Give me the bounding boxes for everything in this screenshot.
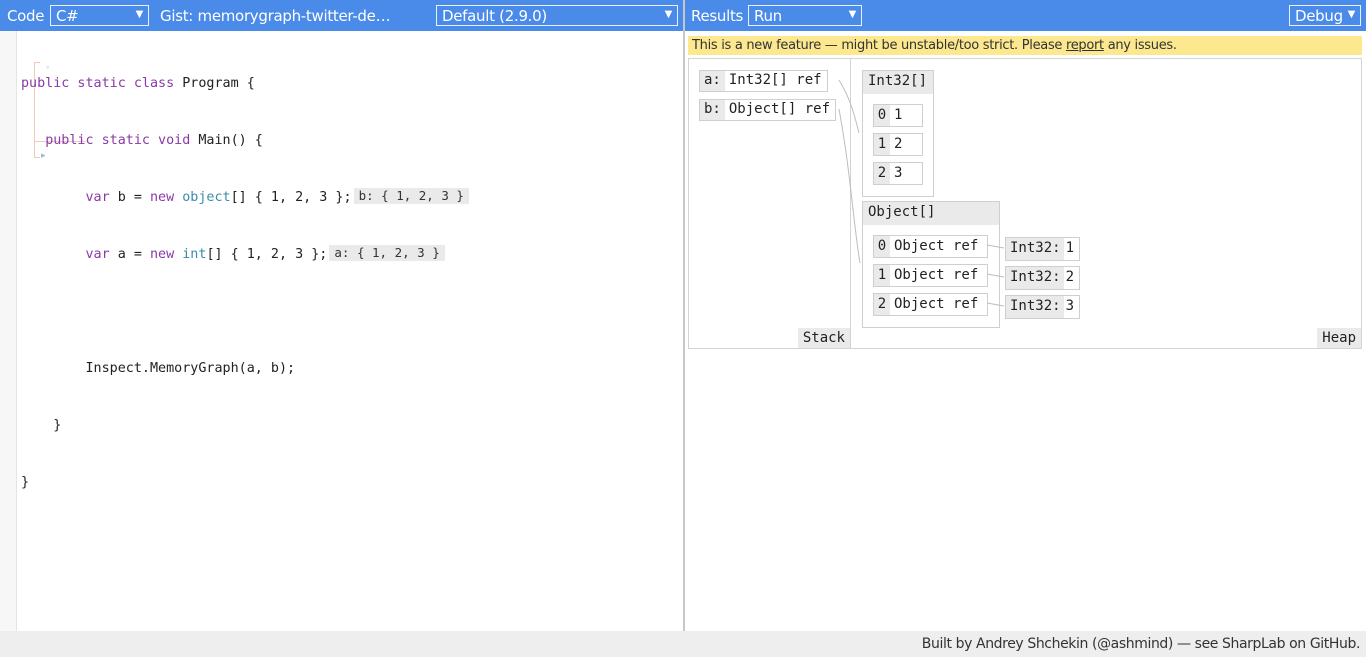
heap-boxed-int: Int32: 1 (1005, 237, 1081, 261)
chevron-down-icon: ▼ (664, 9, 673, 20)
inline-value-b: b: { 1, 2, 3 } (353, 188, 469, 204)
boxed-value: 2 (1065, 269, 1075, 285)
chevron-down-icon: ▼ (135, 9, 144, 20)
language-select[interactable]: C# ▼ (50, 5, 149, 26)
heap-boxed-int: Int32: 3 (1005, 295, 1081, 319)
code-token: Inspect.MemoryGraph(a, b); (85, 361, 296, 376)
array-index: 1 (874, 265, 890, 286)
code-editor[interactable]: public static class Program { public sta… (21, 36, 469, 511)
code-line: public static class Program { (21, 74, 469, 93)
array-index: 2 (874, 294, 890, 315)
code-line: var b = new object[] { 1, 2, 3 }; b: { 1,… (21, 188, 469, 207)
array-value: Object ref (894, 238, 979, 254)
array-index: 2 (874, 163, 890, 184)
code-token: Program { (174, 76, 255, 91)
branch-select-value: Default (2.9.0) (442, 7, 547, 25)
results-toolbar: Results Run ▼ Debug ▼ (685, 0, 1366, 31)
array-item: 23 (873, 162, 923, 185)
code-token: object (174, 190, 231, 205)
branch-select[interactable]: Default (2.9.0) ▼ (436, 5, 678, 26)
language-select-value: C# (56, 7, 79, 25)
code-toolbar: Code C# ▼ Gist: memorygraph-twitter-de… … (0, 0, 683, 31)
array-value: Object ref (894, 296, 979, 312)
stack-label: Stack (797, 328, 850, 348)
chevron-down-icon: ▼ (848, 9, 857, 20)
array-index: 1 (874, 134, 890, 155)
code-token: Main() { (190, 133, 263, 148)
array-index: 0 (874, 236, 890, 257)
code-line: var a = new int[] { 1, 2, 3 }; a: { 1, 2,… (21, 245, 469, 264)
page-footer: Built by Andrey Shchekin (@ashmind) — se… (0, 631, 1366, 657)
heap-object-title: Object[] (863, 202, 999, 225)
report-link[interactable]: report (1066, 38, 1104, 53)
code-token: a = (109, 247, 150, 262)
chevron-down-icon: ▼ (1347, 9, 1356, 20)
array-value: Object ref (894, 267, 979, 283)
footer-credits[interactable]: Built by Andrey Shchekin (@ashmind) — se… (922, 636, 1361, 652)
code-line: Inspect.MemoryGraph(a, b); (21, 359, 469, 378)
warning-text: any issues. (1103, 38, 1177, 53)
mode-select-value: Run (754, 7, 782, 25)
inline-value-a: a: { 1, 2, 3 } (329, 245, 445, 261)
results-panel-title: Results (691, 7, 744, 25)
array-value: 3 (894, 165, 903, 181)
code-token: int (174, 247, 207, 262)
mode-select[interactable]: Run ▼ (748, 5, 862, 26)
code-token: public static class (21, 76, 175, 91)
heap-object-array: Object[] 0 Object ref 1 Object ref 2 Object… (862, 201, 1000, 328)
code-line: } (21, 473, 469, 492)
array-item: 01 (873, 104, 923, 127)
stack-variable-a: a: Int32[] ref (699, 70, 828, 92)
code-line: } (21, 416, 469, 435)
stack-variable-value: Int32[] ref (728, 72, 822, 88)
array-item: 0 Object ref (873, 235, 988, 258)
code-token: } (53, 418, 62, 433)
code-token: var (85, 190, 110, 205)
array-item: 1 Object ref (873, 264, 988, 287)
gist-link[interactable]: Gist: memorygraph-twitter-de… (160, 7, 391, 25)
feature-warning: This is a new feature — might be unstabl… (688, 36, 1362, 55)
editor-gutter (0, 31, 17, 631)
code-token: new (150, 190, 175, 205)
heap-boxed-int: Int32: 2 (1005, 266, 1081, 290)
code-token: [] { 1, 2, 3 }; (206, 247, 328, 262)
array-item: 12 (873, 133, 923, 156)
stack-area: a: Int32[] ref b: Object[] ref Stack (689, 59, 851, 348)
memory-graph: a: Int32[] ref b: Object[] ref Stack Int32… (688, 58, 1362, 349)
code-token: [] { 1, 2, 3 }; (230, 190, 352, 205)
code-line: public static void Main() { (21, 131, 469, 150)
array-item: 2 Object ref (873, 293, 988, 316)
code-token: b = (109, 190, 150, 205)
code-token: new (150, 247, 175, 262)
boxed-type: Int32: (1006, 238, 1064, 260)
panel-splitter[interactable] (683, 0, 685, 631)
code-token: var (85, 247, 110, 262)
boxed-value: 3 (1065, 298, 1075, 314)
heap-int32-array: Int32[] 01 12 23 (862, 70, 934, 197)
build-select[interactable]: Debug ▼ (1289, 5, 1361, 26)
code-token: public static void (45, 133, 191, 148)
heap-label: Heap (1317, 328, 1361, 348)
build-select-value: Debug (1295, 7, 1343, 25)
code-token: } (21, 475, 30, 490)
stack-variable-name: a: (700, 71, 725, 91)
boxed-value: 1 (1065, 240, 1075, 256)
array-value: 1 (894, 107, 903, 123)
warning-text: This is a new feature — might be unstabl… (692, 38, 1066, 53)
array-value: 2 (894, 136, 903, 152)
code-panel-title: Code (7, 7, 45, 25)
array-index: 0 (874, 105, 890, 126)
boxed-type: Int32: (1006, 267, 1064, 289)
stack-variable-name: b: (700, 100, 725, 120)
stack-variable-value: Object[] ref (728, 101, 831, 117)
boxed-type: Int32: (1006, 296, 1064, 318)
stack-variable-b: b: Object[] ref (699, 99, 837, 121)
heap-object-title: Int32[] (863, 71, 933, 94)
